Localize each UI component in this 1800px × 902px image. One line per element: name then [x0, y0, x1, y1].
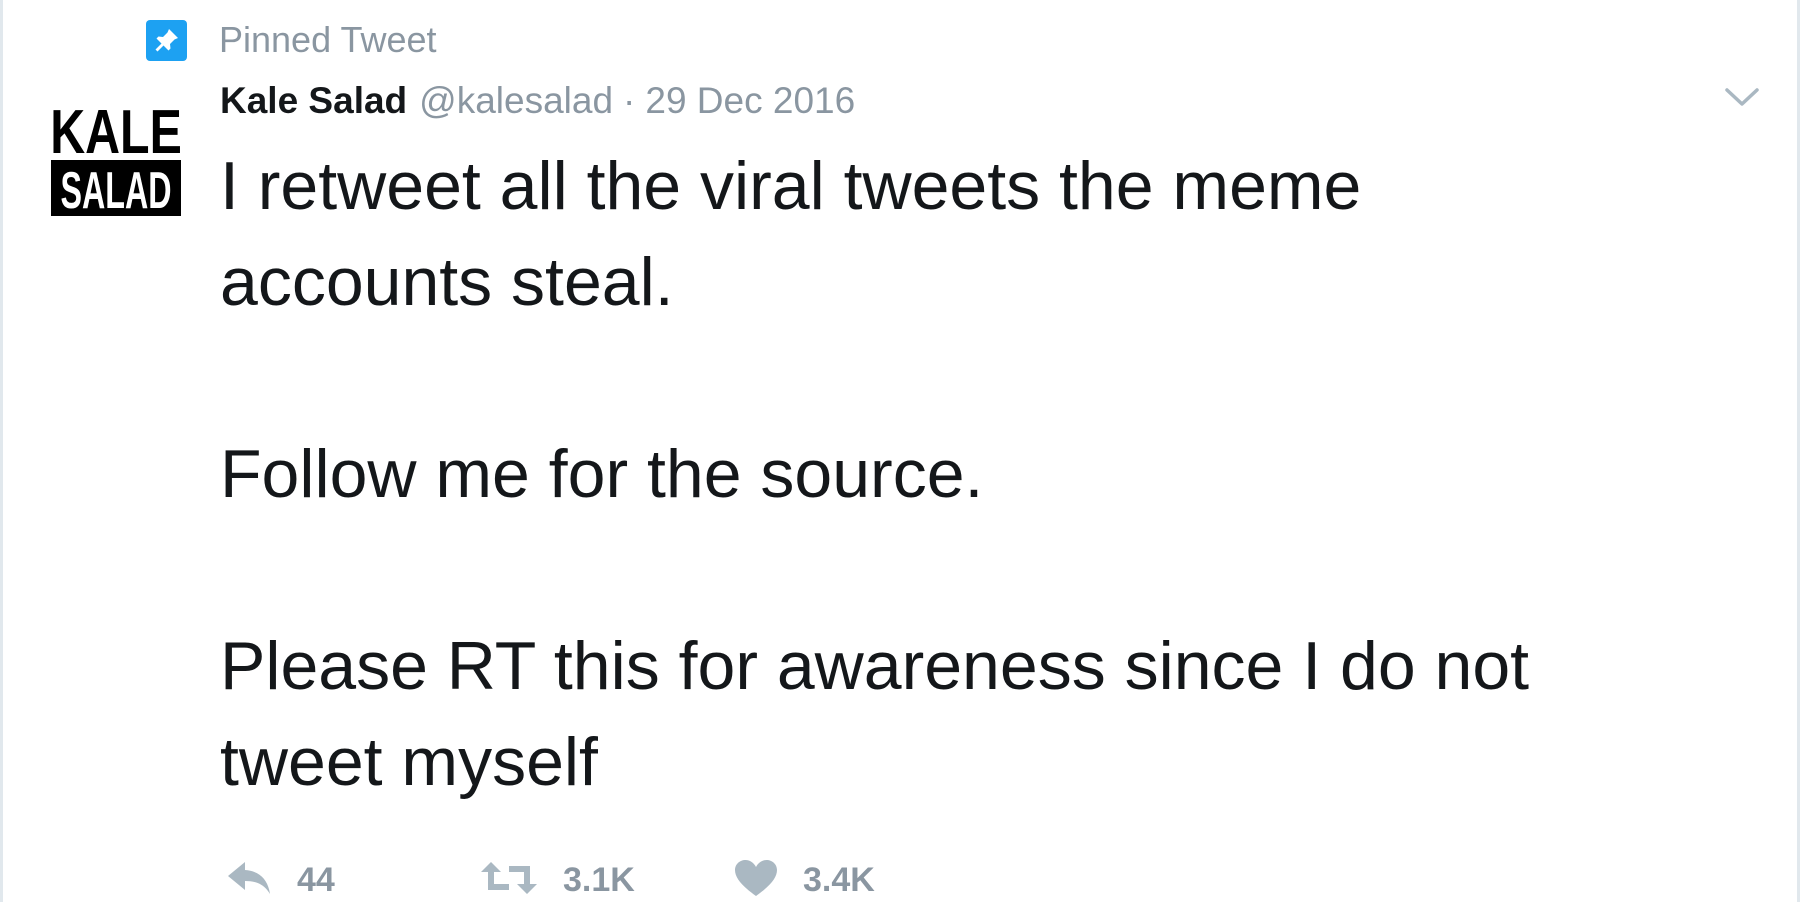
avatar-line-1: KALE — [51, 97, 181, 166]
pinned-tweet-label: Pinned Tweet — [219, 19, 437, 60]
tweet-card[interactable]: Pinned Tweet KALE SALAD Kale Salad @kale… — [0, 0, 1800, 902]
tweet-line: accounts steal. — [220, 244, 674, 320]
display-name[interactable]: Kale Salad — [220, 80, 407, 122]
reply-count: 44 — [297, 861, 335, 899]
avatar[interactable]: KALE SALAD — [51, 96, 181, 220]
avatar-line-2: SALAD — [60, 162, 171, 220]
retweet-count: 3.1K — [563, 861, 635, 899]
pinned-tweet-indicator: Pinned Tweet — [146, 18, 437, 62]
reply-button[interactable]: 44 — [225, 850, 479, 902]
like-count: 3.4K — [803, 861, 875, 899]
heart-icon — [733, 858, 779, 902]
like-button[interactable]: 3.4K — [733, 850, 933, 902]
header-separator: · — [623, 80, 636, 121]
tweet-timestamp[interactable]: 29 Dec 2016 — [645, 80, 855, 122]
retweet-button[interactable]: 3.1K — [479, 850, 733, 902]
pin-icon — [146, 19, 187, 61]
tweet-line: Follow me for the source. — [220, 436, 984, 512]
tweet-text: I retweet all the viral tweets the meme … — [220, 138, 1750, 810]
tweet-line: Please RT this for awareness since I do … — [220, 628, 1530, 704]
chevron-down-icon[interactable] — [1723, 82, 1761, 112]
reply-icon — [225, 858, 273, 902]
user-handle[interactable]: @kalesalad — [419, 80, 613, 122]
tweet-line: tweet myself — [220, 724, 598, 800]
tweet-header: Kale Salad @kalesalad · 29 Dec 2016 — [220, 80, 855, 130]
tweet-line: I retweet all the viral tweets the meme — [220, 148, 1362, 224]
tweet-actions: 44 3.1K 3.4K — [225, 850, 933, 902]
retweet-icon — [479, 858, 539, 902]
